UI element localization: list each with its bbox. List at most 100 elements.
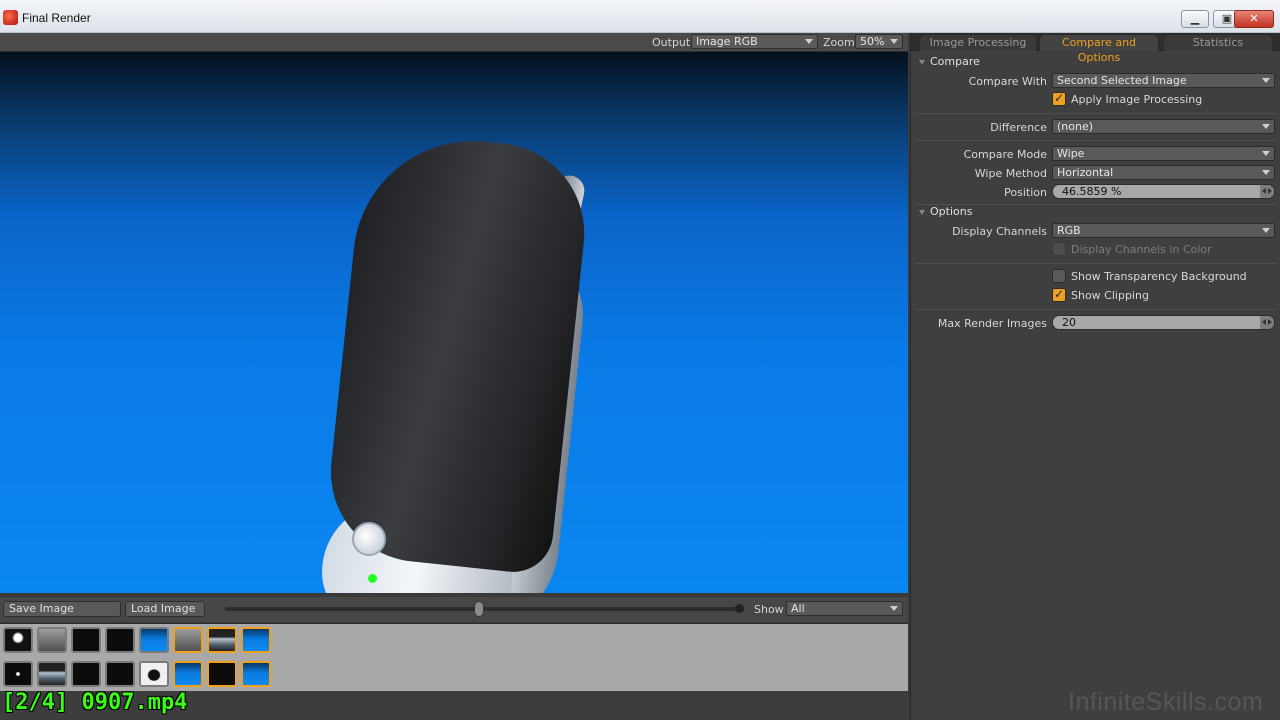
difference-value: (none) (1057, 120, 1094, 133)
wipe-method-dropdown[interactable]: Horizontal (1052, 165, 1275, 180)
image-slider-handle[interactable] (474, 601, 484, 617)
thumbnail-preview (5, 629, 31, 651)
thumbnail-preview (73, 663, 99, 685)
channels-in-color-label: Display Channels in Color (1071, 243, 1212, 256)
apply-processing-checkbox[interactable]: Apply Image Processing (1052, 91, 1203, 108)
divider (915, 113, 1277, 114)
chevron-down-icon (1262, 78, 1270, 83)
stepper-arrows-icon[interactable] (1260, 185, 1274, 198)
stepper-arrows-icon[interactable] (1260, 316, 1274, 329)
app-icon (3, 10, 18, 25)
thumbnail-preview (5, 663, 31, 685)
thumbnail-dot[interactable] (3, 661, 33, 687)
chevron-down-icon (1262, 124, 1270, 129)
panel-tabs: Image Processing Compare and Options Sta… (911, 33, 1280, 64)
apply-processing-label: Apply Image Processing (1071, 93, 1203, 106)
zoom-value: 50% (860, 35, 885, 48)
show-transparency-checkbox[interactable]: Show Transparency Background (1052, 269, 1247, 285)
difference-label: Difference (990, 121, 1047, 134)
zoom-dropdown[interactable]: 50% (855, 34, 903, 49)
load-image-button[interactable]: Load Image (125, 601, 205, 617)
viewer-bottom-bar: Save Image Load Image Show All (0, 597, 908, 622)
speaker-knob (352, 522, 386, 556)
display-channels-dropdown[interactable]: RGB (1052, 223, 1275, 238)
tab-image-processing[interactable]: Image Processing (919, 34, 1037, 51)
display-channels-label: Display Channels (952, 225, 1047, 238)
chevron-down-icon (890, 606, 898, 611)
thumbnail-preview (107, 629, 133, 651)
watermark-logo: InfiniteSkills.com (1068, 688, 1264, 716)
options-section-header[interactable]: Options (919, 205, 972, 218)
thumbnail-dark[interactable] (105, 627, 135, 653)
thumbnail-preview (175, 629, 201, 651)
compare-mode-value: Wipe (1057, 147, 1085, 160)
divider (915, 263, 1277, 264)
thumbnail-preview (73, 629, 99, 651)
compare-mode-dropdown[interactable]: Wipe (1052, 146, 1275, 161)
checkbox-checked-icon (1052, 91, 1066, 106)
save-image-button[interactable]: Save Image (3, 601, 121, 617)
video-overlay-label: [2/4] 0907.mp4 (2, 690, 188, 715)
checkbox-unchecked-icon (1052, 242, 1066, 256)
compare-with-label: Compare With (968, 75, 1047, 88)
thumbnail-preview (209, 663, 235, 685)
output-value: Image RGB (696, 35, 758, 48)
thumbnail-blue[interactable] (139, 627, 169, 653)
divider (915, 309, 1277, 310)
thumbnail-dark[interactable] (71, 627, 101, 653)
thumbnail-preview (107, 663, 133, 685)
position-value: 46.5859 % (1062, 185, 1122, 198)
compare-mode-label: Compare Mode (963, 148, 1047, 161)
options-section-label: Options (930, 205, 973, 218)
output-dropdown[interactable]: Image RGB (691, 34, 818, 49)
collapse-triangle-icon (919, 209, 925, 215)
thumbnail-dark[interactable] (71, 661, 101, 687)
checkbox-unchecked-icon (1052, 269, 1066, 283)
speaker-led (368, 574, 377, 583)
thumbnail-blue[interactable] (241, 661, 271, 687)
thumbnail-dark[interactable] (105, 661, 135, 687)
render-image[interactable] (0, 52, 908, 593)
position-field[interactable]: 46.5859 % (1052, 184, 1275, 199)
thumbnail-gray[interactable] (37, 627, 67, 653)
thumbnail-blue[interactable] (241, 627, 271, 653)
show-label: Show (754, 603, 784, 616)
tab-compare-and-options[interactable]: Compare and Options (1039, 34, 1159, 64)
close-button[interactable]: ✕ (1234, 10, 1274, 28)
window-title: Final Render (22, 11, 91, 25)
thumbnail-horizon[interactable] (207, 627, 237, 653)
compare-section-header[interactable]: Compare (919, 55, 980, 68)
zoom-label: Zoom (823, 36, 855, 49)
chevron-down-icon (805, 39, 813, 44)
viewer-toolbar: Output Image RGB Zoom 50% (0, 33, 908, 52)
chevron-down-icon (1262, 228, 1270, 233)
thumbnail-black-shape[interactable] (139, 661, 169, 687)
thumbnail-dark[interactable] (207, 661, 237, 687)
position-label: Position (1004, 186, 1047, 199)
thumbnail-preview (39, 663, 65, 685)
thumbnail-preview (175, 663, 201, 685)
thumbnail-preview (141, 629, 167, 651)
compare-with-dropdown[interactable]: Second Selected Image (1052, 73, 1275, 88)
thumbnail-preview (209, 629, 235, 651)
show-transparency-label: Show Transparency Background (1071, 270, 1247, 283)
thumbnail-gray[interactable] (173, 627, 203, 653)
wipe-method-value: Horizontal (1057, 166, 1114, 179)
minimize-button[interactable]: ▁ (1181, 10, 1209, 28)
show-clipping-checkbox[interactable]: Show Clipping (1052, 287, 1149, 304)
thumbnail-preview (243, 663, 269, 685)
show-dropdown[interactable]: All (786, 601, 903, 616)
thumbnail-blue[interactable] (173, 661, 203, 687)
speaker-grill (322, 129, 594, 576)
thumbnail-horizon[interactable] (37, 661, 67, 687)
channels-in-color-checkbox[interactable]: Display Channels in Color (1052, 242, 1212, 258)
difference-dropdown[interactable]: (none) (1052, 119, 1275, 134)
thumbnail-bulb[interactable] (3, 627, 33, 653)
max-render-images-label: Max Render Images (937, 317, 1047, 330)
output-label: Output (652, 36, 691, 49)
window-titlebar: Final Render ▁ ▣ ✕ (0, 0, 1280, 33)
show-value: All (791, 602, 805, 615)
thumbnail-preview (243, 629, 269, 651)
max-render-images-field[interactable]: 20 (1052, 315, 1275, 330)
tab-statistics[interactable]: Statistics (1163, 34, 1273, 51)
